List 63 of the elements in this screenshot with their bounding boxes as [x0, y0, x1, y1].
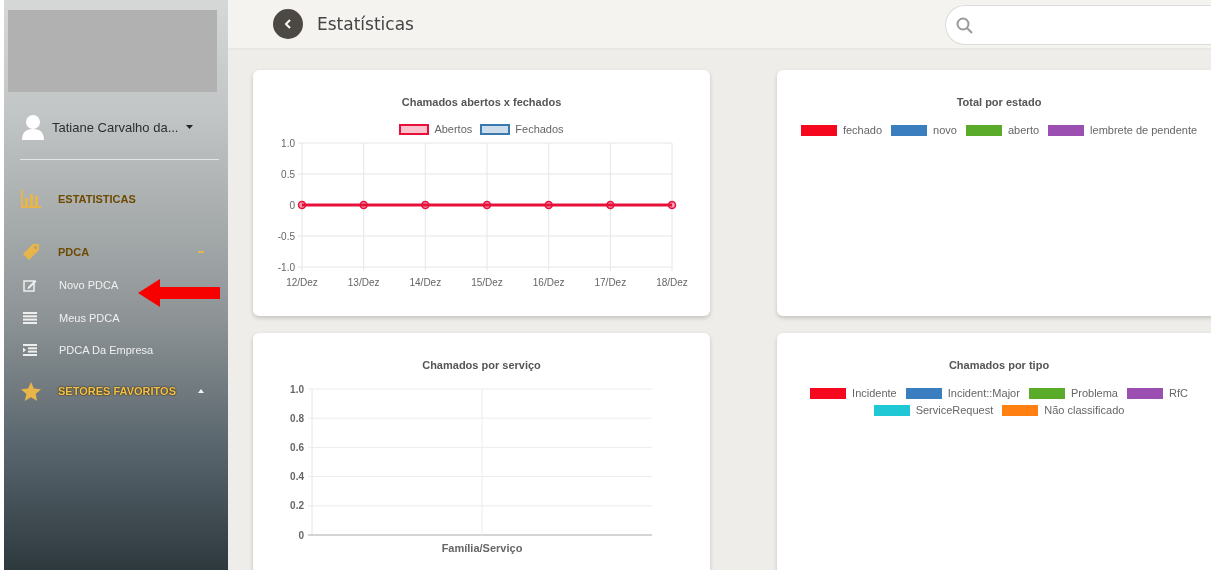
axis-label: 13/Dez: [347, 277, 380, 288]
axis-label: 1.0: [281, 137, 295, 149]
page-title: Estatísticas: [317, 14, 415, 34]
axis-label: -0.5: [277, 230, 295, 242]
axis-label: Família/Serviço: [441, 542, 523, 554]
data-point: [297, 200, 307, 210]
nav-section[interactable]: ESTATISTICAS: [4, 189, 228, 209]
legend-label: ServiceRequest: [915, 404, 994, 416]
data-point: [421, 200, 430, 210]
back-button[interactable]: [273, 9, 303, 39]
axis-label: 14/Dez: [409, 277, 442, 288]
pointer-arrow-icon: [138, 279, 220, 307]
data-point: [667, 200, 677, 210]
legend-label: Incidente: [852, 387, 897, 399]
legend-label: Problema: [1070, 387, 1118, 399]
tag-icon: [21, 242, 41, 262]
chart-title: Chamados abertos x fechados: [401, 96, 562, 108]
axis-label: 0.4: [290, 471, 304, 483]
data-point: [606, 200, 615, 210]
legend-label: Fechados: [515, 123, 564, 135]
edit-icon: [23, 278, 37, 292]
bar-chart-icon: [21, 190, 41, 208]
axis-label: 0.2: [290, 500, 304, 512]
legend-label: Não classificado: [1044, 404, 1125, 416]
indented-list-icon: [23, 344, 37, 356]
legend-label: novo: [933, 124, 957, 136]
axis-label: 17/Dez: [594, 277, 627, 288]
data-point: [482, 200, 492, 210]
data-point: [544, 200, 553, 210]
axis-label: -1.0: [277, 261, 295, 273]
star-icon: [21, 381, 41, 401]
legend-label: aberto: [1007, 124, 1040, 136]
legend-label: Incident::Major: [947, 387, 1020, 399]
axis-label: 1.0: [290, 383, 304, 395]
nav-section[interactable]: SETORES FAVORITOS: [4, 381, 228, 401]
search-icon: [956, 16, 973, 34]
legend-label: RfC: [1168, 387, 1188, 399]
data-point: [359, 200, 368, 210]
axis-label: 0: [298, 529, 304, 541]
search-field[interactable]: [945, 5, 1211, 45]
nav-link[interactable]: Meus PDCA: [4, 308, 228, 328]
chart-title: Chamados por tipo: [948, 359, 1050, 371]
avatar-icon: [22, 114, 44, 140]
axis-label: 0.5: [281, 168, 295, 180]
chart-title: Total por estado: [956, 96, 1042, 108]
axis-label: 0.8: [290, 412, 304, 424]
legend-label: fechado: [842, 124, 883, 136]
chart-title: Chamados por serviço: [422, 359, 541, 371]
axis-label: 12/Dez: [286, 277, 318, 288]
caret-down-icon: [186, 125, 194, 129]
axis-label: 16/Dez: [532, 277, 565, 288]
legend-label: Abertos: [434, 123, 473, 135]
axis-label: 15/Dez: [471, 277, 503, 288]
nav-section[interactable]: PDCA: [4, 242, 228, 262]
axis-label: 0.6: [290, 441, 304, 453]
axis-label: 0: [289, 199, 295, 211]
nav-link[interactable]: Novo PDCA: [4, 275, 228, 295]
legend-label: lembrete de pendente: [1090, 124, 1198, 136]
nav-link[interactable]: PDCA Da Empresa: [4, 340, 228, 360]
list-icon: [23, 312, 37, 324]
chevron-left-icon: [285, 19, 291, 29]
axis-label: 18/Dez: [656, 277, 688, 288]
user-name-menu[interactable]: Tatiane Carvalho da...: [52, 119, 179, 135]
